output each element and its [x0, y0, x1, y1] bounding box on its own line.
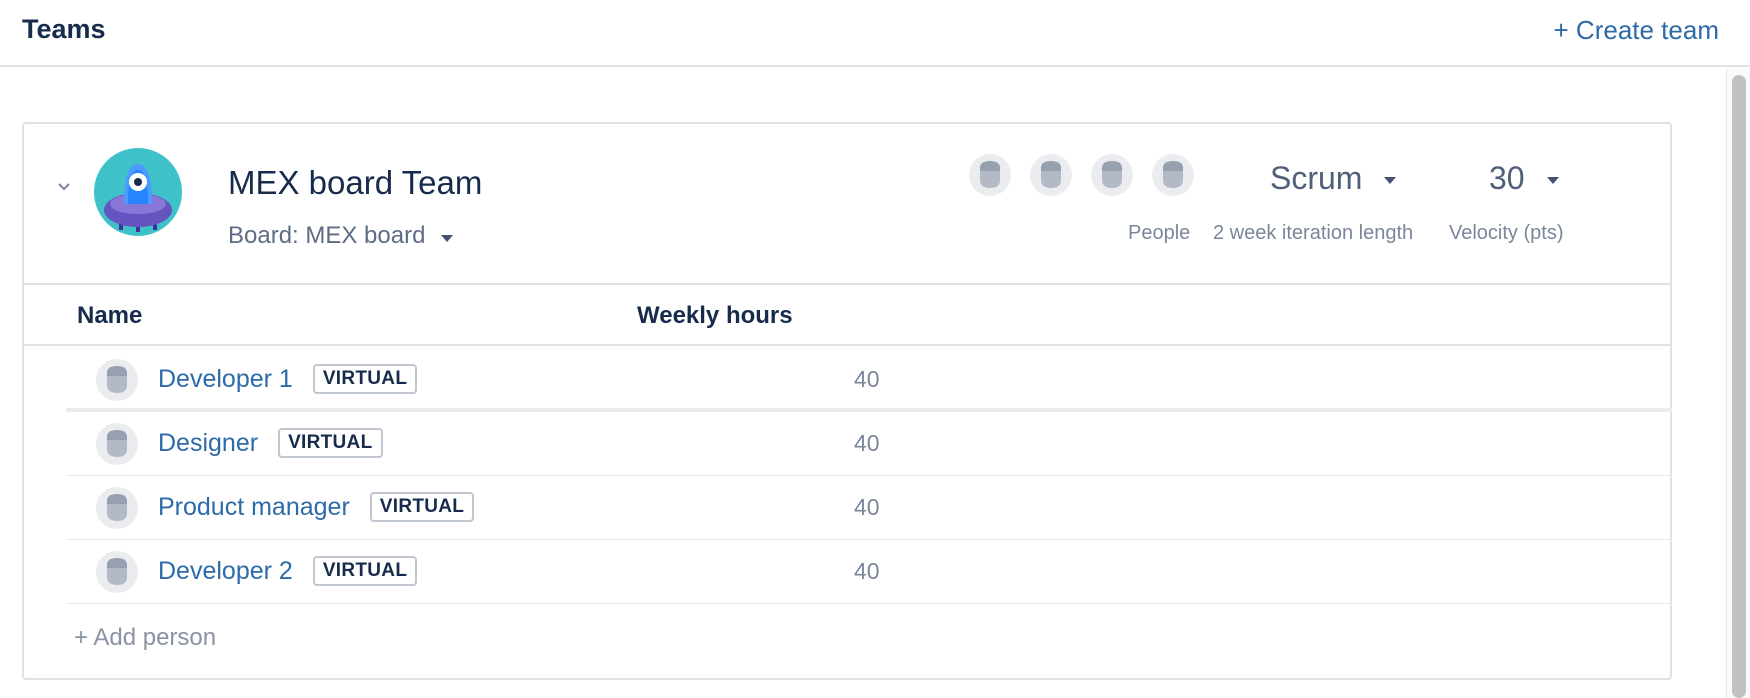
person-avatar-icon	[969, 154, 1011, 196]
person-line: Product manager VIRTUAL	[158, 492, 475, 522]
members-table-header: Name Weekly hours	[24, 285, 1670, 346]
board-select[interactable]: Board: MEX board	[228, 222, 454, 250]
person-avatar-icon	[1091, 154, 1133, 196]
people-label: People	[1128, 222, 1191, 244]
team-header: MEX board Team Board: MEX board Scrum 30…	[24, 124, 1670, 285]
members-list: Developer 1 VIRTUAL 40 Designer VIRTUAL …	[66, 348, 1672, 604]
person-avatar-icon	[1152, 154, 1194, 196]
person-name-link[interactable]: Developer 1	[158, 365, 293, 394]
main-content: MEX board Team Board: MEX board Scrum 30…	[0, 69, 1725, 698]
page-header: Teams + Create team	[0, 0, 1750, 67]
person-name-link[interactable]: Product manager	[158, 493, 350, 522]
table-row: Designer VIRTUAL 40	[66, 412, 1672, 476]
table-row: Developer 1 VIRTUAL 40	[66, 348, 1672, 412]
virtual-badge: VIRTUAL	[312, 364, 418, 394]
velocity-label: Velocity (pts)	[1449, 222, 1564, 244]
velocity-value: 30	[1489, 160, 1525, 196]
person-line: Designer VIRTUAL	[158, 428, 383, 458]
scrollbar-thumb[interactable]	[1732, 75, 1746, 698]
virtual-badge: VIRTUAL	[369, 492, 475, 522]
team-people-avatars[interactable]	[969, 154, 1194, 196]
column-header-weekly-hours: Weekly hours	[637, 302, 793, 329]
person-avatar-icon	[96, 359, 138, 401]
methodology-select[interactable]: Scrum	[1270, 160, 1397, 197]
velocity-select[interactable]: 30	[1489, 160, 1559, 197]
caret-down-icon	[1546, 177, 1559, 184]
weekly-hours-value[interactable]: 40	[854, 366, 880, 393]
person-avatar-icon	[96, 423, 138, 465]
person-avatar-icon	[96, 487, 138, 529]
chevron-down-icon[interactable]	[54, 176, 74, 196]
virtual-badge: VIRTUAL	[278, 428, 383, 458]
team-avatar-icon	[94, 148, 182, 236]
person-avatar-icon	[96, 551, 138, 593]
caret-down-icon	[441, 234, 454, 242]
team-name: MEX board Team	[228, 164, 483, 201]
vertical-scrollbar[interactable]	[1726, 69, 1750, 698]
weekly-hours-value[interactable]: 40	[854, 558, 880, 585]
create-team-link[interactable]: + Create team	[1554, 15, 1719, 46]
table-row: Developer 2 VIRTUAL 40	[66, 540, 1672, 604]
weekly-hours-value[interactable]: 40	[854, 430, 880, 457]
person-line: Developer 2 VIRTUAL	[158, 556, 418, 586]
caret-down-icon	[1384, 177, 1397, 184]
methodology-value: Scrum	[1270, 160, 1363, 196]
person-name-link[interactable]: Developer 2	[158, 557, 293, 586]
virtual-badge: VIRTUAL	[312, 556, 418, 586]
person-avatar-icon	[1030, 154, 1072, 196]
person-name-link[interactable]: Designer	[158, 429, 258, 458]
table-row: Product manager VIRTUAL 40	[66, 476, 1672, 540]
page-title: Teams	[22, 14, 106, 44]
iteration-length-label: 2 week iteration length	[1213, 222, 1414, 244]
person-line: Developer 1 VIRTUAL	[158, 364, 418, 394]
weekly-hours-value[interactable]: 40	[854, 494, 880, 521]
column-header-name: Name	[77, 302, 143, 329]
team-card: MEX board Team Board: MEX board Scrum 30…	[22, 122, 1672, 680]
add-person-link[interactable]: + Add person	[74, 624, 216, 652]
board-label: Board: MEX board	[228, 222, 426, 249]
